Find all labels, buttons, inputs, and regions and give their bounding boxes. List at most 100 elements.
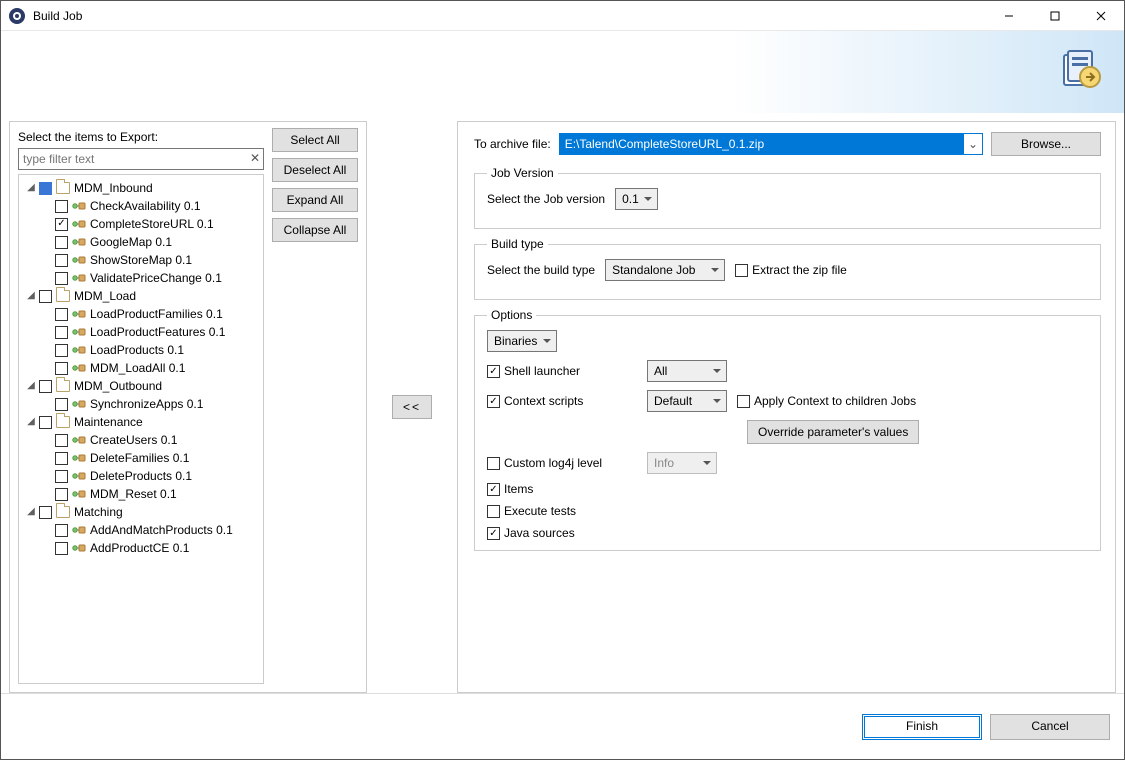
tree-item[interactable]: DeleteProducts 0.1 — [41, 467, 259, 485]
shell-launcher-checkbox[interactable]: Shell launcher — [487, 364, 580, 378]
checkbox-icon[interactable] — [55, 236, 68, 249]
checkbox-icon[interactable] — [55, 272, 68, 285]
checkbox-icon[interactable] — [55, 398, 68, 411]
browse-button[interactable]: Browse... — [991, 132, 1101, 156]
archive-file-combo[interactable]: E:\Talend\CompleteStoreURL_0.1.zip ⌄ — [559, 133, 983, 155]
finish-button[interactable]: Finish — [862, 714, 982, 740]
titlebar: Build Job — [1, 1, 1124, 31]
checkbox-icon[interactable] — [55, 254, 68, 267]
tree-item-label: MDM_Reset 0.1 — [90, 485, 177, 503]
job-icon — [72, 452, 86, 464]
build-type-legend: Build type — [487, 237, 548, 251]
tree-item[interactable]: CompleteStoreURL 0.1 — [41, 215, 259, 233]
checkbox-icon[interactable] — [55, 542, 68, 555]
extract-zip-checkbox[interactable]: Extract the zip file — [735, 263, 847, 277]
binaries-select[interactable]: Binaries — [487, 330, 557, 352]
checkbox-icon[interactable] — [55, 218, 68, 231]
filter-input[interactable] — [18, 148, 264, 170]
tree-item[interactable]: CreateUsers 0.1 — [41, 431, 259, 449]
items-tree[interactable]: ◢ MDM_InboundCheckAvailability 0.1Complet… — [18, 174, 264, 684]
folder-icon — [56, 380, 70, 392]
job-icon — [72, 200, 86, 212]
clear-filter-icon[interactable]: ✕ — [250, 151, 260, 165]
context-scripts-checkbox[interactable]: Context scripts — [487, 394, 583, 408]
checkbox-icon[interactable] — [39, 182, 52, 195]
tree-folder[interactable]: ◢ MaintenanceCreateUsers 0.1DeleteFamilie… — [25, 413, 259, 503]
banner — [1, 31, 1124, 113]
tree-item-label: SynchronizeApps 0.1 — [90, 395, 203, 413]
build-type-select[interactable]: Standalone Job — [605, 259, 725, 281]
checkbox-icon[interactable] — [39, 380, 52, 393]
extract-zip-label: Extract the zip file — [752, 263, 847, 277]
tree-item-label: GoogleMap 0.1 — [90, 233, 172, 251]
maximize-button[interactable] — [1032, 1, 1078, 30]
select-all-button[interactable]: Select All — [272, 128, 358, 152]
checkbox-icon — [487, 483, 500, 496]
checkbox-icon[interactable] — [55, 524, 68, 537]
job-icon — [72, 272, 86, 284]
collapse-all-button[interactable]: Collapse All — [272, 218, 358, 242]
export-items-pane: Select the items to Export: ✕ ◢MDM_Inbou… — [9, 121, 367, 693]
tree-item[interactable]: ValidatePriceChange 0.1 — [41, 269, 259, 287]
apply-context-checkbox[interactable]: Apply Context to children Jobs — [737, 394, 916, 408]
checkbox-icon[interactable] — [55, 308, 68, 321]
chevron-down-icon[interactable]: ⌄ — [964, 137, 982, 151]
checkbox-icon[interactable] — [55, 470, 68, 483]
tree-item[interactable]: SynchronizeApps 0.1 — [41, 395, 259, 413]
override-parameters-button[interactable]: Override parameter's values — [747, 420, 919, 444]
tree-item[interactable]: AddProductCE 0.1 — [41, 539, 259, 557]
tree-item[interactable]: DeleteFamilies 0.1 — [41, 449, 259, 467]
tree-item[interactable]: LoadProductFeatures 0.1 — [41, 323, 259, 341]
tree-folder[interactable]: ◢MDM_OutboundSynchronizeApps 0.1 — [25, 377, 259, 413]
tree-folder-label: Maintenance — [74, 413, 143, 431]
checkbox-icon[interactable] — [55, 326, 68, 339]
tree-folder[interactable]: ◢MatchingAddAndMatchProducts 0.1AddProdu… — [25, 503, 259, 557]
twisty-icon[interactable]: ◢ — [25, 413, 37, 431]
checkbox-icon[interactable] — [39, 506, 52, 519]
execute-tests-checkbox[interactable]: Execute tests — [487, 504, 576, 518]
tree-item[interactable]: GoogleMap 0.1 — [41, 233, 259, 251]
log4j-label: Custom log4j level — [504, 456, 602, 470]
checkbox-icon[interactable] — [55, 452, 68, 465]
twisty-icon[interactable]: ◢ — [25, 377, 37, 395]
deselect-all-button[interactable]: Deselect All — [272, 158, 358, 182]
checkbox-icon[interactable] — [39, 416, 52, 429]
job-version-select[interactable]: 0.1 — [615, 188, 658, 210]
twisty-icon[interactable]: ◢ — [25, 287, 37, 305]
checkbox-icon[interactable] — [55, 344, 68, 357]
checkbox-icon[interactable] — [55, 362, 68, 375]
shuttle-left-button[interactable]: << — [392, 395, 432, 419]
twisty-icon[interactable]: ◢ — [25, 503, 37, 521]
tree-item-label: DeleteProducts 0.1 — [90, 467, 192, 485]
tree-folder[interactable]: ◢ MDM_InboundCheckAvailability 0.1Complet… — [25, 179, 259, 287]
twisty-icon[interactable]: ◢ — [25, 179, 37, 197]
tree-item[interactable]: LoadProducts 0.1 — [41, 341, 259, 359]
minimize-button[interactable] — [986, 1, 1032, 30]
context-scripts-select[interactable]: Default — [647, 390, 727, 412]
tree-item-label: MDM_LoadAll 0.1 — [90, 359, 185, 377]
tree-item[interactable]: AddAndMatchProducts 0.1 — [41, 521, 259, 539]
tree-folder-label: MDM_Inbound — [74, 179, 153, 197]
archive-label: To archive file: — [474, 137, 551, 151]
job-icon — [72, 542, 86, 554]
tree-item[interactable]: ShowStoreMap 0.1 — [41, 251, 259, 269]
checkbox-icon[interactable] — [55, 434, 68, 447]
checkbox-icon[interactable] — [39, 290, 52, 303]
tree-folder[interactable]: ◢MDM_LoadLoadProductFamilies 0.1LoadProd… — [25, 287, 259, 377]
shell-launcher-select[interactable]: All — [647, 360, 727, 382]
cancel-button[interactable]: Cancel — [990, 714, 1110, 740]
java-sources-checkbox[interactable]: Java sources — [487, 526, 575, 540]
tree-item[interactable]: LoadProductFamilies 0.1 — [41, 305, 259, 323]
archive-file-value: E:\Talend\CompleteStoreURL_0.1.zip — [560, 134, 964, 154]
checkbox-icon[interactable] — [55, 488, 68, 501]
tree-item[interactable]: MDM_LoadAll 0.1 — [41, 359, 259, 377]
close-button[interactable] — [1078, 1, 1124, 30]
job-icon — [72, 254, 86, 266]
job-icon — [72, 218, 86, 230]
items-checkbox[interactable]: Items — [487, 482, 533, 496]
checkbox-icon[interactable] — [55, 200, 68, 213]
tree-item[interactable]: CheckAvailability 0.1 — [41, 197, 259, 215]
log4j-checkbox[interactable]: Custom log4j level — [487, 456, 602, 470]
tree-item[interactable]: MDM_Reset 0.1 — [41, 485, 259, 503]
expand-all-button[interactable]: Expand All — [272, 188, 358, 212]
